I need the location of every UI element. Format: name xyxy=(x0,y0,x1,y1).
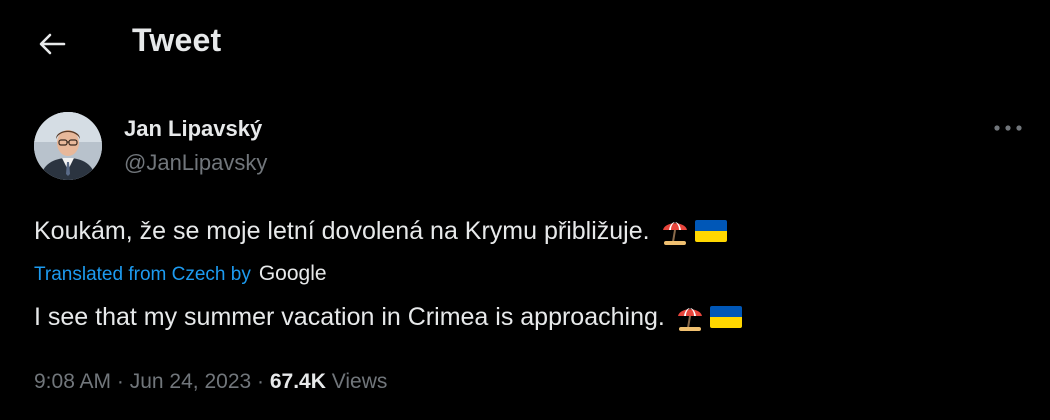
avatar[interactable] xyxy=(34,112,102,180)
profile-photo-icon xyxy=(34,112,102,180)
page-header: Tweet xyxy=(0,0,1050,88)
page-title: Tweet xyxy=(132,22,222,58)
back-button[interactable] xyxy=(30,26,74,62)
emoji-group xyxy=(660,216,728,246)
meta-separator: · xyxy=(251,370,270,393)
translated-from-link[interactable]: Translated from Czech by xyxy=(34,264,251,286)
views-label: Views xyxy=(331,370,388,393)
translation-attribution: Translated from Czech by Google xyxy=(34,262,327,286)
author-name[interactable]: Jan Lipavský xyxy=(124,116,262,142)
more-horizontal-icon xyxy=(994,125,1022,131)
views-count: 67.4K xyxy=(269,370,326,393)
emoji-group-translated xyxy=(675,302,743,332)
translation-text: I see that my summer vacation in Crimea … xyxy=(34,302,665,331)
author-handle[interactable]: @JanLipavsky xyxy=(124,150,267,176)
tweet-metadata: 9:08 AM · Jun 24, 2023 · 67.4K Views xyxy=(34,370,387,394)
meta-separator: · xyxy=(111,370,130,393)
beach-umbrella-icon xyxy=(662,222,687,245)
tweet-text-original: Koukám, že se moje letní dovolená na Kry… xyxy=(34,216,728,246)
ukraine-flag-icon xyxy=(694,220,727,242)
beach-umbrella-icon xyxy=(677,308,702,331)
tweet-timestamp[interactable]: 9:08 AM xyxy=(34,370,111,393)
translator-name: Google xyxy=(258,262,327,285)
ukraine-flag-icon xyxy=(709,306,742,328)
arrow-left-icon xyxy=(39,33,66,55)
tweet-text-translated: I see that my summer vacation in Crimea … xyxy=(34,302,743,332)
more-options-button[interactable] xyxy=(990,114,1026,142)
tweet-date[interactable]: Jun 24, 2023 xyxy=(130,370,251,393)
original-text: Koukám, že se moje letní dovolená na Kry… xyxy=(34,216,650,245)
